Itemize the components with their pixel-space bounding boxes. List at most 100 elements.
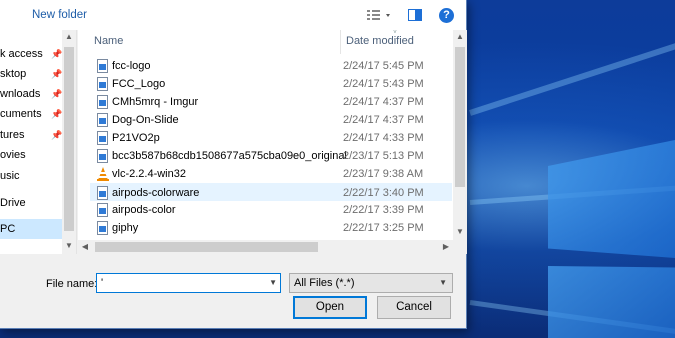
file-type-select[interactable]: All Files (*.*) ▼ xyxy=(289,273,453,293)
scroll-left-arrow-icon[interactable]: ◀ xyxy=(78,242,92,251)
file-date: 2/24/17 5:45 PM xyxy=(343,60,424,72)
file-date: 2/24/17 4:37 PM xyxy=(343,114,424,126)
nav-item-music[interactable]: usic xyxy=(0,166,62,186)
light-beam xyxy=(469,29,675,116)
file-name: bcc3b587b68cdb1508677a575cba09e0_origina… xyxy=(112,150,347,162)
vlc-cone-icon xyxy=(97,167,109,181)
nav-item-label: sktop xyxy=(0,68,27,80)
nav-item-label: k access xyxy=(0,48,43,60)
file-date: 2/24/17 4:33 PM xyxy=(343,132,424,144)
nav-item-this-pc[interactable]: PC xyxy=(0,219,62,239)
file-row-selected[interactable]: airpods-colorware 2/22/17 3:40 PM xyxy=(90,183,452,201)
file-date: 2/22/17 3:25 PM xyxy=(343,222,424,234)
file-name: airpods-color xyxy=(112,204,176,216)
file-name-label: File name: xyxy=(46,278,98,290)
nav-item-label: ovies xyxy=(0,149,26,161)
file-name: vlc-2.2.4-win32 xyxy=(112,168,186,180)
file-name: fcc-logo xyxy=(112,60,151,72)
image-file-icon xyxy=(97,221,108,235)
new-folder-button[interactable]: New folder xyxy=(32,9,87,21)
file-row[interactable]: bcc3b587b68cdb1508677a575cba09e0_origina… xyxy=(90,147,452,165)
nav-item-label: PC xyxy=(0,223,16,235)
column-header-name[interactable]: Name xyxy=(94,30,123,52)
scroll-thumb[interactable] xyxy=(95,242,318,252)
image-file-icon xyxy=(97,95,108,109)
scroll-up-arrow-icon[interactable]: ▲ xyxy=(62,32,76,41)
file-date: 2/23/17 9:38 AM xyxy=(343,168,424,180)
file-date: 2/22/17 3:39 PM xyxy=(343,204,424,216)
chevron-down-icon[interactable]: ▼ xyxy=(269,274,277,292)
pin-icon: 📌 xyxy=(51,69,63,79)
image-file-icon xyxy=(97,203,108,217)
file-type-value: All Files (*.*) xyxy=(294,277,355,289)
file-row[interactable]: Dog-On-Slide 2/24/17 4:37 PM xyxy=(90,111,452,129)
file-name: Dog-On-Slide xyxy=(112,114,179,126)
image-file-icon xyxy=(97,77,108,91)
scroll-down-arrow-icon[interactable]: ▼ xyxy=(62,241,76,250)
nav-item-label: tures xyxy=(0,129,25,141)
windows-logo-pane xyxy=(548,140,675,258)
file-row[interactable]: P21VO2p 2/24/17 4:33 PM xyxy=(90,129,452,147)
pin-icon: 📌 xyxy=(51,109,63,119)
help-icon[interactable]: ? xyxy=(439,8,454,23)
file-row[interactable]: airpods-color 2/22/17 3:39 PM xyxy=(90,201,452,219)
windows-logo-pane xyxy=(548,266,675,338)
file-list-scrollbar[interactable]: ▲ ▼ xyxy=(453,30,467,240)
image-file-icon xyxy=(97,131,108,145)
pin-icon: 📌 xyxy=(51,89,63,99)
file-name: airpods-colorware xyxy=(112,187,200,199)
file-name: P21VO2p xyxy=(112,132,160,144)
file-date: 2/24/17 5:43 PM xyxy=(343,78,424,90)
nav-item-documents[interactable]: cuments 📌 xyxy=(0,104,62,124)
scroll-thumb[interactable] xyxy=(455,47,465,187)
file-name: CMh5mrq - Imgur xyxy=(112,96,199,108)
column-separator[interactable] xyxy=(340,30,341,54)
nav-item-quick-access[interactable]: k access 📌 xyxy=(0,44,62,64)
pin-icon: 📌 xyxy=(51,49,63,59)
scroll-thumb[interactable] xyxy=(64,47,74,231)
nav-item-label: cuments xyxy=(0,108,42,120)
horizontal-scrollbar[interactable]: ◀ ▶ xyxy=(78,240,453,254)
file-name-value: ' xyxy=(101,277,104,289)
chevron-down-icon[interactable]: ▼ xyxy=(439,274,447,292)
scroll-up-arrow-icon[interactable]: ▲ xyxy=(453,32,467,41)
nav-item-label: wnloads xyxy=(0,88,41,100)
sort-caret-icon: ˅ xyxy=(392,30,398,36)
scroll-right-arrow-icon[interactable]: ▶ xyxy=(439,242,453,251)
open-file-dialog: New folder ? k access 📌 sktop 📌 wnloads … xyxy=(0,0,467,329)
preview-pane-icon[interactable] xyxy=(407,7,423,23)
nav-item-desktop[interactable]: sktop 📌 xyxy=(0,64,62,84)
image-file-icon xyxy=(97,186,108,200)
file-list: Name Date modified ˅ fcc-logo 2/24/17 5:… xyxy=(78,30,453,240)
file-row[interactable]: giphy 2/22/17 3:25 PM xyxy=(90,219,452,237)
nav-item-label: usic xyxy=(0,170,20,182)
scroll-down-arrow-icon[interactable]: ▼ xyxy=(453,227,467,236)
nav-item-label: Drive xyxy=(0,197,26,209)
nav-item-pictures[interactable]: tures 📌 xyxy=(0,125,62,145)
image-file-icon xyxy=(97,149,108,163)
file-row[interactable]: fcc-logo 2/24/17 5:45 PM xyxy=(90,57,452,75)
image-file-icon xyxy=(97,59,108,73)
open-button[interactable]: Open xyxy=(293,296,367,319)
file-name: FCC_Logo xyxy=(112,78,166,90)
nav-item-movies[interactable]: ovies xyxy=(0,145,62,165)
file-row[interactable]: vlc-2.2.4-win32 2/23/17 9:38 AM xyxy=(90,165,452,183)
file-row[interactable]: CMh5mrq - Imgur 2/24/17 4:37 PM xyxy=(90,93,452,111)
scrollbar-corner xyxy=(453,240,467,254)
pin-icon: 📌 xyxy=(51,130,63,140)
file-row[interactable]: FCC_Logo 2/24/17 5:43 PM xyxy=(90,75,452,93)
file-date: 2/22/17 3:40 PM xyxy=(343,187,424,199)
nav-item-downloads[interactable]: wnloads 📌 xyxy=(0,84,62,104)
view-details-icon[interactable] xyxy=(365,7,391,23)
file-name-input[interactable]: ' ▼ xyxy=(96,273,281,293)
image-file-icon xyxy=(97,113,108,127)
nav-item-onedrive[interactable]: Drive xyxy=(0,193,62,213)
cancel-button[interactable]: Cancel xyxy=(377,296,451,319)
file-date: 2/24/17 4:37 PM xyxy=(343,96,424,108)
navigation-pane: k access 📌 sktop 📌 wnloads 📌 cuments 📌 t… xyxy=(0,30,77,254)
toolbar: New folder ? xyxy=(0,0,466,30)
nav-scrollbar[interactable]: ▲ ▼ xyxy=(62,30,76,254)
file-name: giphy xyxy=(112,222,139,234)
file-date: 2/23/17 5:13 PM xyxy=(343,150,424,162)
column-header-date-modified[interactable]: Date modified xyxy=(346,30,414,52)
